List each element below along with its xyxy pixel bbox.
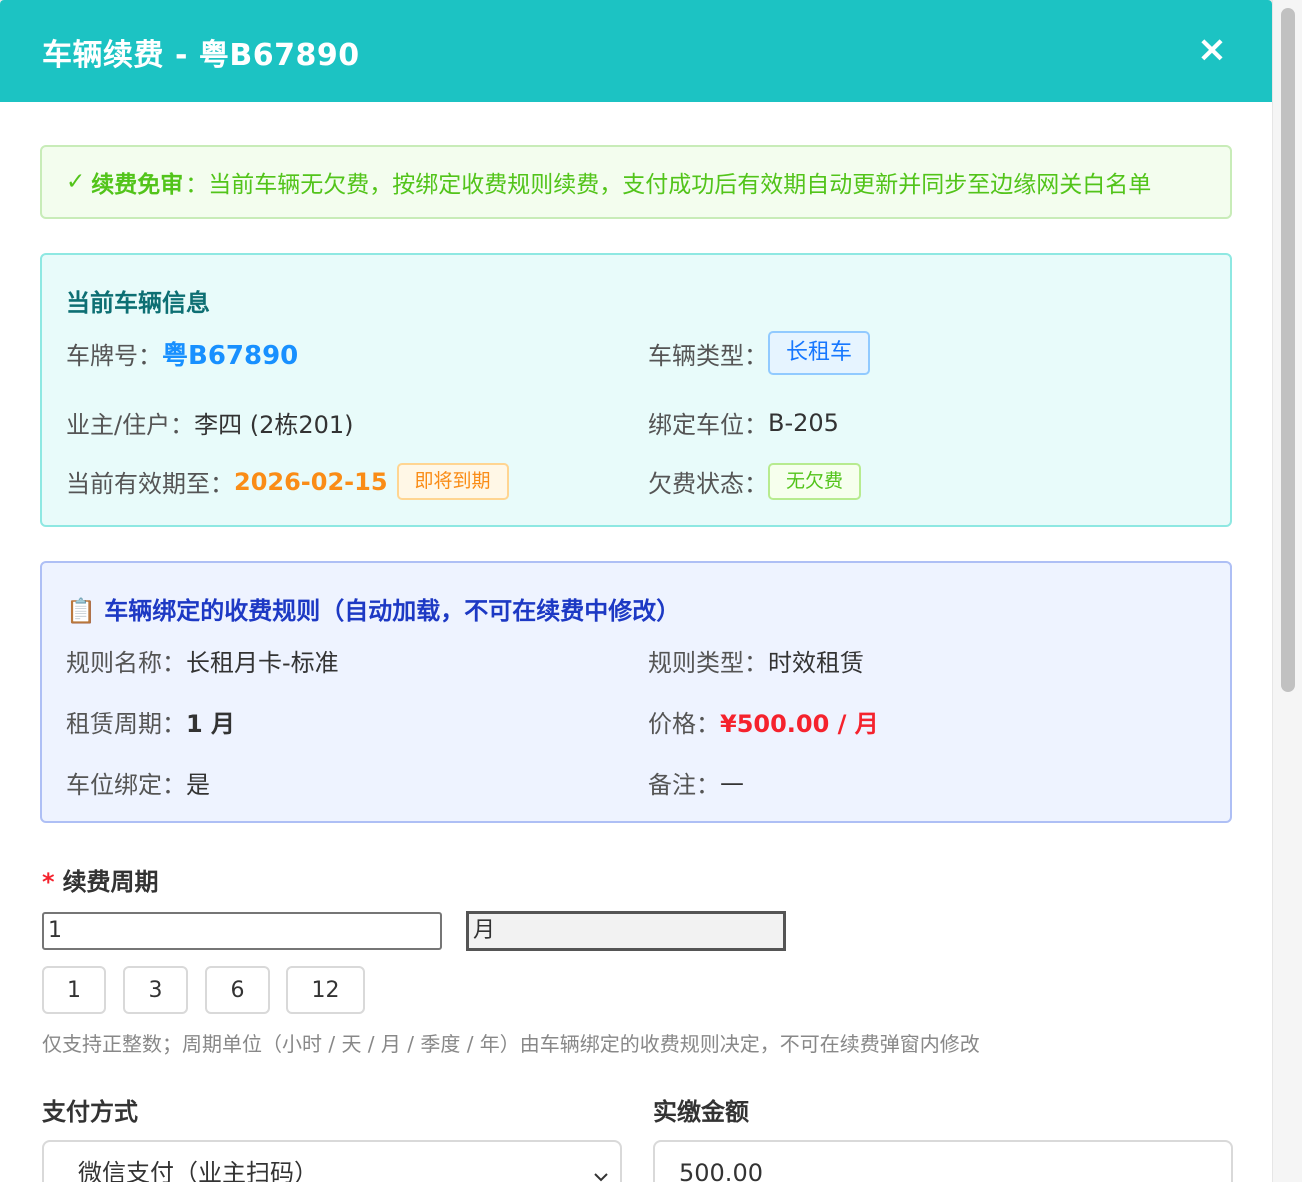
vehicle-info-title: 当前车辆信息 [66,289,210,317]
quick-period-1-button[interactable]: 1 [42,966,106,1014]
vehicle-type-tag: 长租车 [768,331,871,375]
price-value: ¥500.00 / 月 [720,710,879,738]
chevron-down-icon [590,1150,612,1182]
space-bind-value: 是 [186,771,210,799]
vehicle-type-label: 车辆类型： [648,341,768,370]
owner-label: 业主/住户： [66,411,195,439]
space-bind-row: 车位绑定： 是 [66,765,210,800]
price-row: 价格： ¥500.00 / 月 [648,704,879,739]
space-value: B-205 [768,408,839,437]
rent-period-row: 租赁周期： 1 月 [66,704,235,739]
plate-label: 车牌号： [66,342,162,370]
renew-unit-field: 月 [466,911,786,951]
renew-modal: 车辆续费 - 粤B67890 × ✓ 续费免审 ：当前车辆无欠费，按绑定收费规则… [0,0,1272,1182]
owner-value: 李四 (2栋201) [194,411,354,439]
renew-period-label-text: 续费周期 [62,868,159,896]
owner-row: 业主/住户： 李四 (2栋201) [66,405,354,440]
check-icon: ✓ [66,169,86,195]
remark-row: 备注： — [648,765,744,800]
quick-period-12-button[interactable]: 12 [286,966,365,1014]
expire-label: 当前有效期至： [66,470,234,498]
quick-period-3-button[interactable]: 3 [123,966,188,1014]
renew-period-hint: 仅支持正整数；周期单位（小时 / 天 / 月 / 季度 / 年）由车辆绑定的收费… [42,1032,980,1056]
remark-value: — [720,768,744,797]
notice-title: 续费免审 [91,172,184,198]
notice-text: ：当前车辆无欠费，按绑定收费规则续费，支付成功后有效期自动更新并同步至边缘网关白… [185,172,1152,198]
expire-value: 2026-02-15 [234,467,388,496]
modal-header: 车辆续费 - 粤B67890 × [0,0,1272,102]
modal-body: ✓ 续费免审 ：当前车辆无欠费，按绑定收费规则续费，支付成功后有效期自动更新并同… [0,145,1272,823]
payment-method-select[interactable]: 微信支付（业主扫码） [42,1140,622,1182]
remark-label: 备注： [648,771,720,799]
expire-soon-tag: 即将到期 [396,463,509,500]
rule-name-label: 规则名称： [66,649,186,677]
renew-period-input[interactable]: 1 [42,912,442,950]
required-mark: * [42,868,55,896]
rule-type-row: 规则类型： 时效租赁 [648,643,864,678]
fee-rule-title: 📋 车辆绑定的收费规则（自动加载，不可在续费中修改） [66,591,680,626]
renew-period-label: * 续费周期 [42,862,159,897]
rule-name-row: 规则名称： 长租月卡-标准 [66,643,339,678]
plate-row: 车牌号： 粤B67890 [66,335,298,372]
price-label: 价格： [648,710,720,738]
payment-method-label: 支付方式 [42,1098,138,1126]
fee-rule-title-text: 车辆绑定的收费规则（自动加载，不可在续费中修改） [104,597,681,625]
clipboard-icon: 📋 [66,597,96,625]
fee-rule-card: 📋 车辆绑定的收费规则（自动加载，不可在续费中修改） 规则名称： 长租月卡-标准… [40,561,1232,823]
scrollbar-thumb[interactable] [1281,8,1295,692]
modal-scrollbar[interactable] [1272,0,1302,1182]
vehicle-info-card: 当前车辆信息 车牌号： 粤B67890 车辆类型： 长租车 业主/住户： 李四 … [40,253,1232,527]
arrears-row: 欠费状态： 无欠费 [648,463,862,500]
payment-method-value: 微信支付（业主扫码） [78,1159,318,1182]
rule-type-label: 规则类型： [648,649,768,677]
amount-label: 实缴金额 [653,1098,749,1126]
amount-input[interactable]: 500.00 [653,1140,1233,1182]
arrears-label: 欠费状态： [648,470,768,498]
arrears-tag: 无欠费 [768,463,862,500]
modal-title: 车辆续费 - 粤B67890 [42,38,360,73]
rent-period-value: 1 月 [186,710,236,738]
close-icon[interactable]: × [1192,26,1232,74]
vehicle-type-row: 车辆类型： 长租车 [648,331,871,375]
rent-period-label: 租赁周期： [66,710,186,738]
space-label: 绑定车位： [648,411,768,439]
approval-free-notice: ✓ 续费免审 ：当前车辆无欠费，按绑定收费规则续费，支付成功后有效期自动更新并同… [40,145,1232,219]
space-bind-label: 车位绑定： [66,771,186,799]
space-row: 绑定车位： B-205 [648,405,839,440]
rule-name-value: 长租月卡-标准 [186,649,339,677]
quick-period-6-button[interactable]: 6 [205,966,270,1014]
expire-row: 当前有效期至： 2026-02-15 即将到期 [66,463,509,500]
plate-value: 粤B67890 [162,341,299,371]
rule-type-value: 时效租赁 [768,649,864,677]
